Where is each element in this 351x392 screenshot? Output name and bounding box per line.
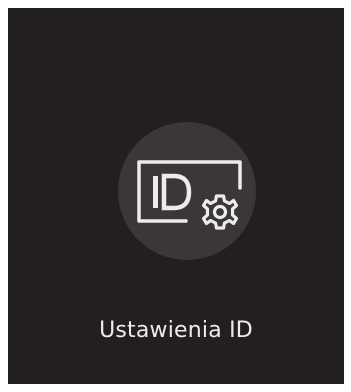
id-settings-icon bbox=[137, 160, 242, 230]
icon-circle bbox=[118, 122, 256, 260]
id-settings-tile[interactable]: Ustawienia ID bbox=[8, 8, 344, 384]
app-screen: Ustawienia ID bbox=[8, 8, 344, 384]
id-settings-label: Ustawienia ID bbox=[99, 318, 253, 343]
